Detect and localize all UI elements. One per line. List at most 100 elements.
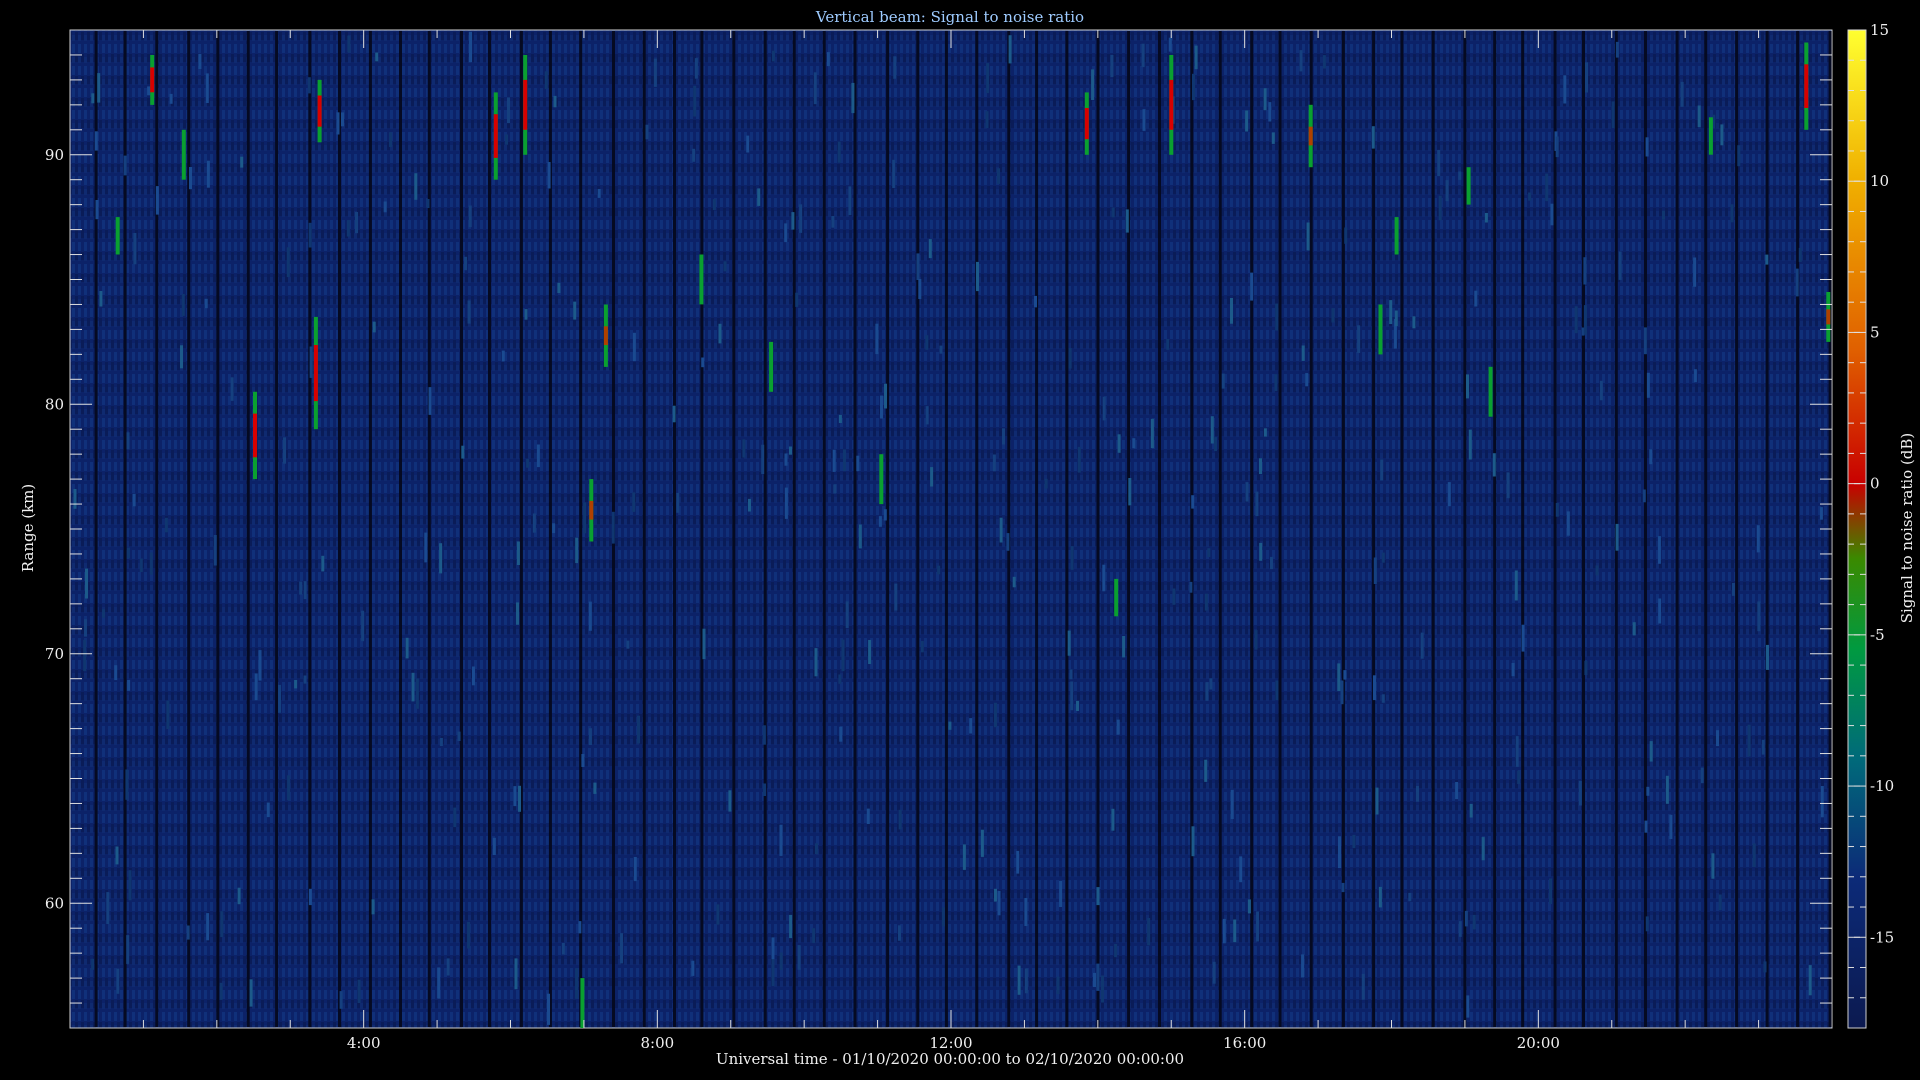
noise-speckle bbox=[693, 85, 697, 117]
noise-speckle bbox=[457, 731, 461, 741]
data-gap bbox=[1278, 31, 1282, 1027]
noise-speckle bbox=[701, 357, 705, 368]
noise-speckle bbox=[1658, 598, 1662, 624]
colorbar-tick-label: 10 bbox=[1870, 172, 1889, 190]
data-gap bbox=[275, 31, 279, 1027]
noise-speckle bbox=[980, 829, 984, 857]
noise-speckle bbox=[837, 141, 841, 163]
noise-speckle bbox=[164, 517, 168, 533]
noise-speckle bbox=[841, 639, 845, 672]
noise-speckle bbox=[73, 489, 77, 509]
noise-speckle bbox=[771, 959, 775, 987]
noise-speckle bbox=[1549, 878, 1552, 904]
noise-speckle bbox=[1474, 290, 1478, 307]
signal-streak-core bbox=[603, 326, 608, 345]
noise-speckle bbox=[1189, 581, 1193, 593]
noise-speckle bbox=[1615, 523, 1619, 551]
noise-speckle bbox=[321, 555, 325, 572]
noise-speckle bbox=[1114, 944, 1118, 958]
noise-speckle bbox=[371, 899, 375, 915]
noise-speckle bbox=[1378, 886, 1382, 908]
noise-speckle bbox=[336, 112, 340, 135]
data-gap bbox=[308, 31, 312, 1027]
noise-speckle bbox=[1584, 660, 1588, 676]
noise-speckle bbox=[516, 602, 519, 625]
noise-speckle bbox=[1669, 814, 1673, 839]
noise-speckle bbox=[1096, 887, 1100, 906]
noise-speckle bbox=[1210, 416, 1214, 444]
noise-speckle bbox=[213, 535, 217, 566]
noise-speckle bbox=[1017, 965, 1021, 995]
signal-streak bbox=[1114, 578, 1119, 617]
data-gap bbox=[427, 31, 431, 1027]
noise-speckle bbox=[1259, 458, 1262, 474]
colorbar-gradient bbox=[1847, 29, 1867, 1029]
noise-speckle bbox=[1472, 914, 1476, 930]
noise-speckle bbox=[389, 132, 393, 147]
noise-speckle bbox=[411, 672, 415, 702]
noise-speckle bbox=[294, 679, 298, 689]
noise-speckle bbox=[757, 188, 761, 206]
noise-speckle bbox=[254, 673, 258, 701]
noise-speckle bbox=[189, 167, 192, 190]
noise-speckle bbox=[1583, 257, 1587, 285]
data-gap bbox=[1582, 31, 1585, 1027]
noise-speckle bbox=[513, 786, 517, 807]
y-tick-label: 80 bbox=[45, 395, 64, 413]
noise-speckle bbox=[524, 309, 528, 320]
noise-speckle bbox=[969, 718, 973, 734]
noise-speckle bbox=[1233, 919, 1237, 943]
noise-speckle bbox=[1340, 680, 1344, 705]
signal-streak-core bbox=[1084, 108, 1089, 140]
noise-speckle bbox=[746, 135, 750, 153]
noise-speckle bbox=[309, 346, 313, 378]
noise-speckle bbox=[1337, 663, 1341, 692]
noise-speckle bbox=[712, 199, 716, 210]
noise-speckle bbox=[920, 641, 924, 653]
noise-speckle bbox=[1693, 257, 1697, 287]
noise-speckle bbox=[518, 785, 521, 812]
signal-streak-core bbox=[150, 67, 155, 93]
noise-speckle bbox=[206, 160, 210, 188]
noise-speckle bbox=[1263, 428, 1267, 437]
noise-speckle bbox=[937, 565, 941, 575]
noise-speckle bbox=[856, 455, 860, 472]
noise-speckle bbox=[925, 335, 929, 350]
noise-speckle bbox=[1132, 438, 1136, 449]
noise-speckle bbox=[1322, 55, 1326, 69]
noise-speckle bbox=[583, 502, 587, 534]
noise-speckle bbox=[858, 524, 862, 549]
noise-speckle bbox=[718, 323, 722, 344]
noise-speckle bbox=[1820, 786, 1824, 818]
data-gap bbox=[853, 31, 857, 1027]
noise-speckle bbox=[1583, 305, 1587, 335]
noise-speckle bbox=[303, 581, 307, 600]
noise-speckle bbox=[1466, 995, 1470, 1018]
noise-speckle bbox=[1122, 636, 1126, 658]
data-gap bbox=[1521, 31, 1525, 1027]
noise-speckle bbox=[516, 541, 520, 565]
noise-speckle bbox=[992, 454, 996, 472]
noise-speckle bbox=[581, 754, 585, 767]
data-gap bbox=[1735, 31, 1739, 1027]
noise-speckle bbox=[1247, 899, 1251, 914]
data-gap bbox=[732, 31, 736, 1027]
noise-speckle bbox=[1730, 204, 1734, 223]
noise-speckle bbox=[180, 345, 183, 369]
noise-speckle bbox=[219, 982, 223, 1000]
noise-speckle bbox=[206, 913, 210, 941]
noise-speckle bbox=[748, 498, 751, 512]
signal-streak bbox=[769, 341, 774, 392]
noise-speckle bbox=[826, 52, 830, 67]
noise-speckle bbox=[948, 721, 952, 730]
noise-speckle bbox=[1484, 213, 1488, 223]
noise-speckle bbox=[1221, 373, 1225, 389]
noise-speckle bbox=[1550, 203, 1554, 226]
plot-area bbox=[69, 29, 1833, 1029]
noise-speckle bbox=[1511, 663, 1515, 677]
noise-speckle bbox=[784, 453, 788, 466]
noise-speckle bbox=[186, 925, 190, 940]
noise-speckle bbox=[812, 928, 816, 944]
noise-speckle bbox=[1116, 719, 1120, 735]
noise-speckle bbox=[552, 523, 556, 534]
